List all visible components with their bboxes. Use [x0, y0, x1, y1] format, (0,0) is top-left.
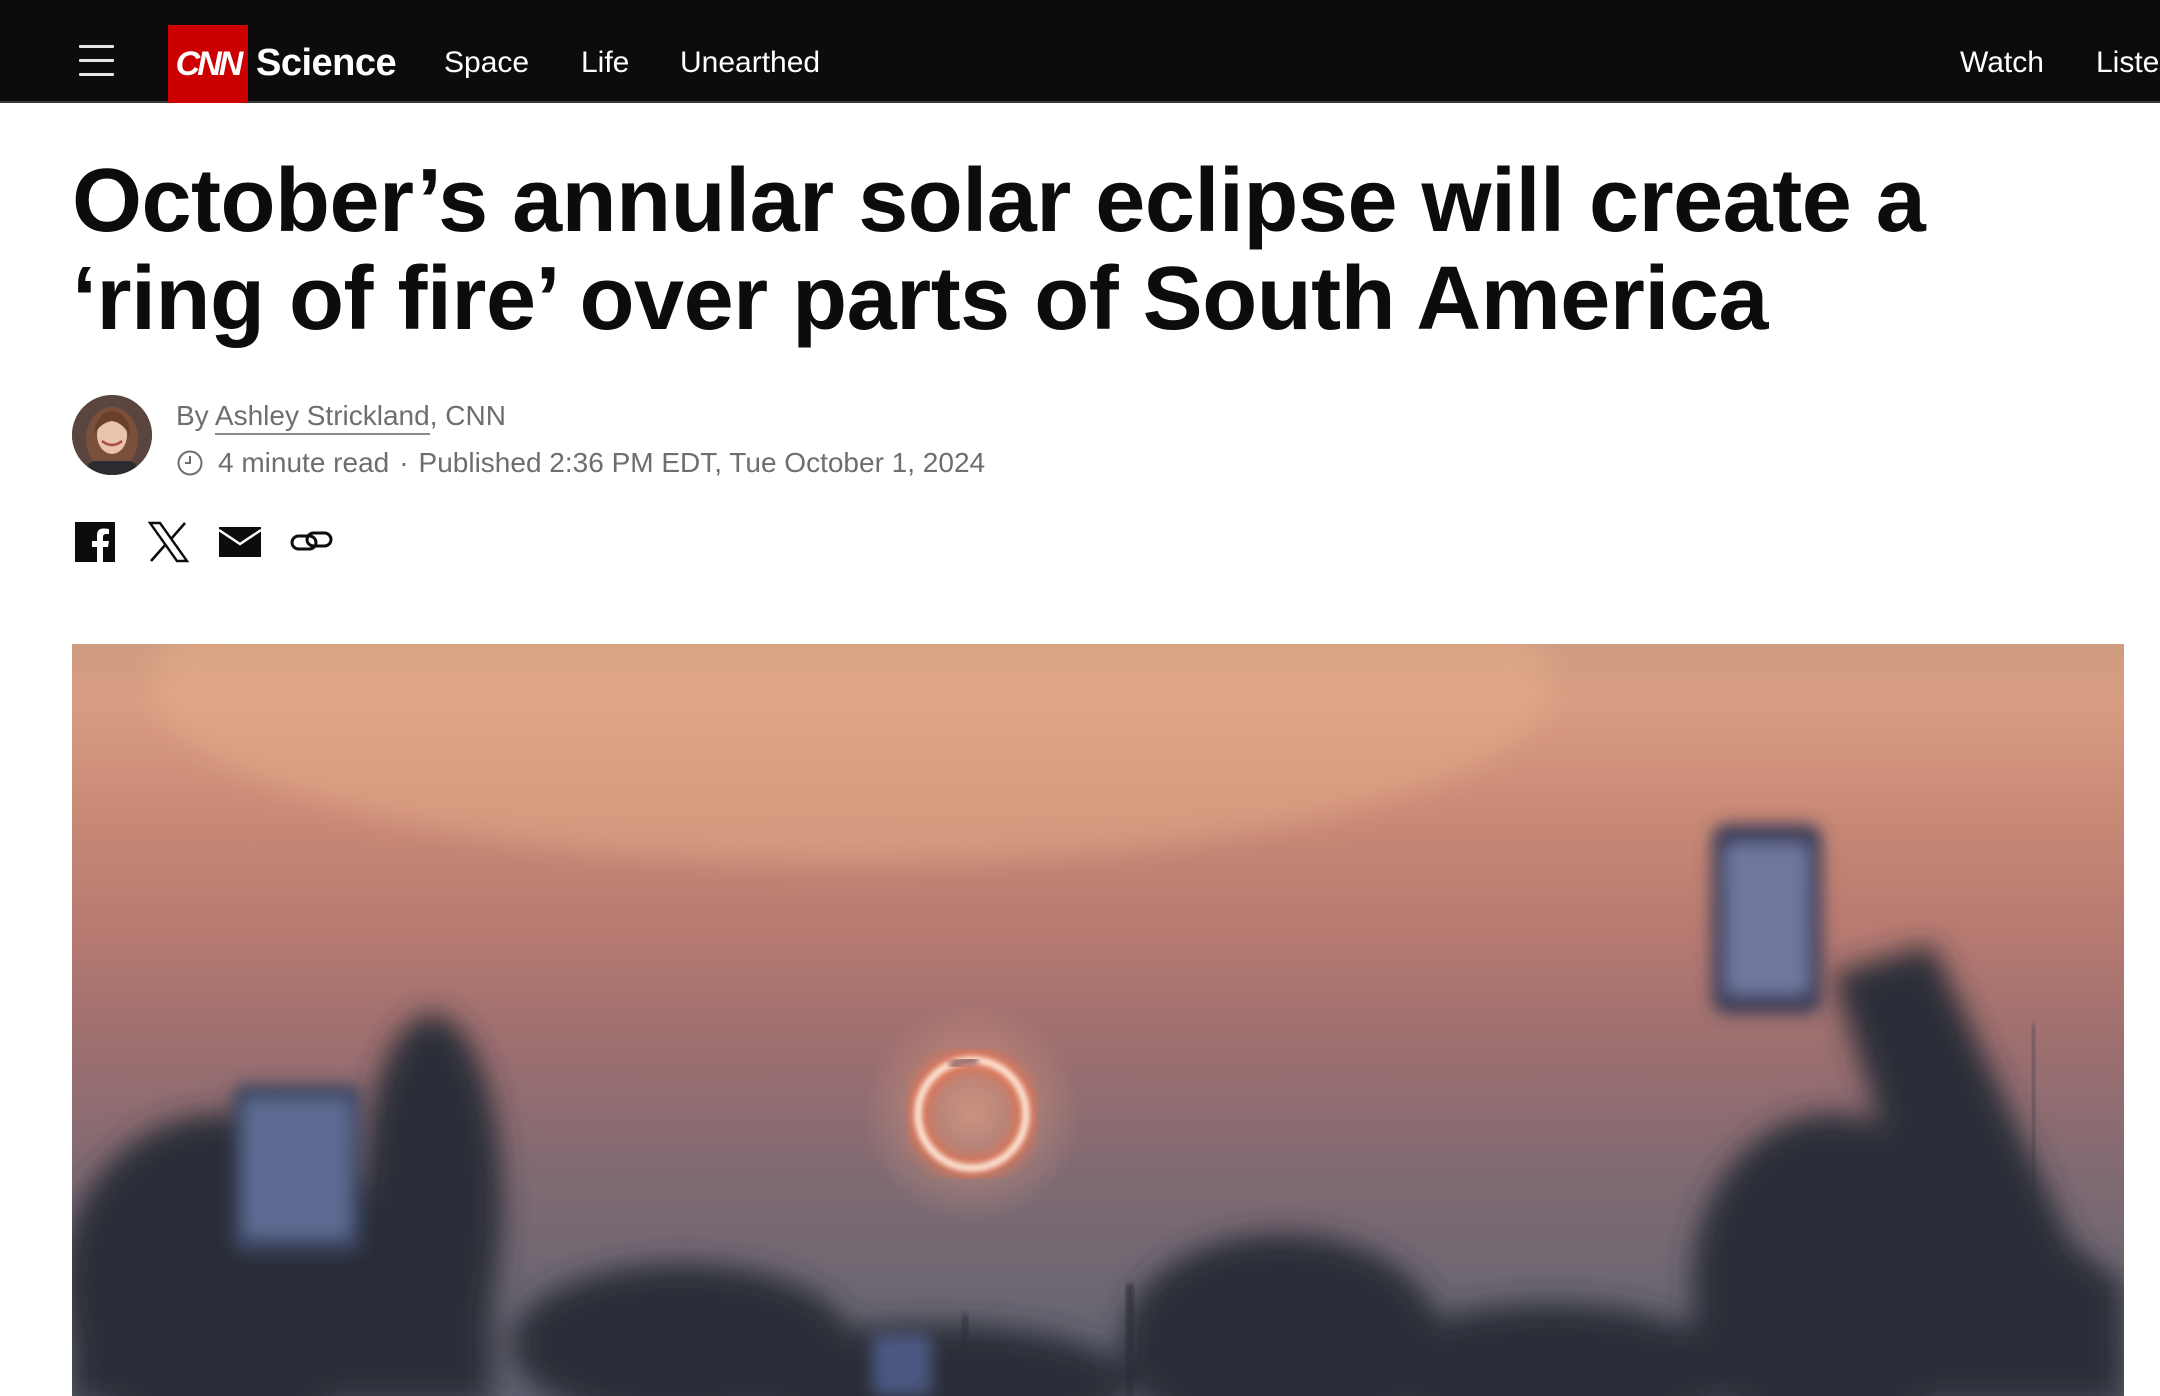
byline-prefix: By [176, 400, 209, 431]
section-title-science[interactable]: Science [256, 38, 397, 88]
article-headline: October’s annular solar eclipse will cre… [72, 151, 1926, 349]
cnn-logo[interactable]: CNN [168, 25, 248, 103]
author-link[interactable]: Ashley Strickland [214, 400, 430, 435]
nav-link-listen[interactable]: Liste [2096, 38, 2159, 88]
email-icon[interactable] [218, 520, 262, 564]
nav-link-space[interactable]: Space [444, 38, 529, 88]
byline: By Ashley Strickland, CNN [176, 395, 506, 437]
hamburger-menu-icon[interactable] [79, 43, 114, 78]
read-time: 4 minute read [218, 447, 390, 478]
nav-link-watch[interactable]: Watch [1960, 38, 2044, 88]
hero-image-annular-eclipse[interactable] [72, 644, 2124, 1396]
byline-suffix: , CNN [429, 400, 506, 431]
clock-icon [177, 450, 203, 476]
facebook-icon[interactable] [73, 520, 117, 564]
author-avatar[interactable] [72, 395, 152, 475]
article-meta: 4 minute read · Published 2:36 PM EDT, T… [176, 442, 985, 484]
x-icon[interactable] [146, 520, 190, 564]
nav-link-life[interactable]: Life [581, 38, 629, 88]
link-icon[interactable] [290, 520, 334, 564]
top-navigation-bar: CNN Science Space Life Unearthed Watch L… [0, 0, 2160, 103]
meta-separator: · [399, 447, 409, 478]
published-timestamp: Published 2:36 PM EDT, Tue October 1, 20… [418, 447, 986, 478]
nav-link-unearthed[interactable]: Unearthed [680, 38, 820, 88]
